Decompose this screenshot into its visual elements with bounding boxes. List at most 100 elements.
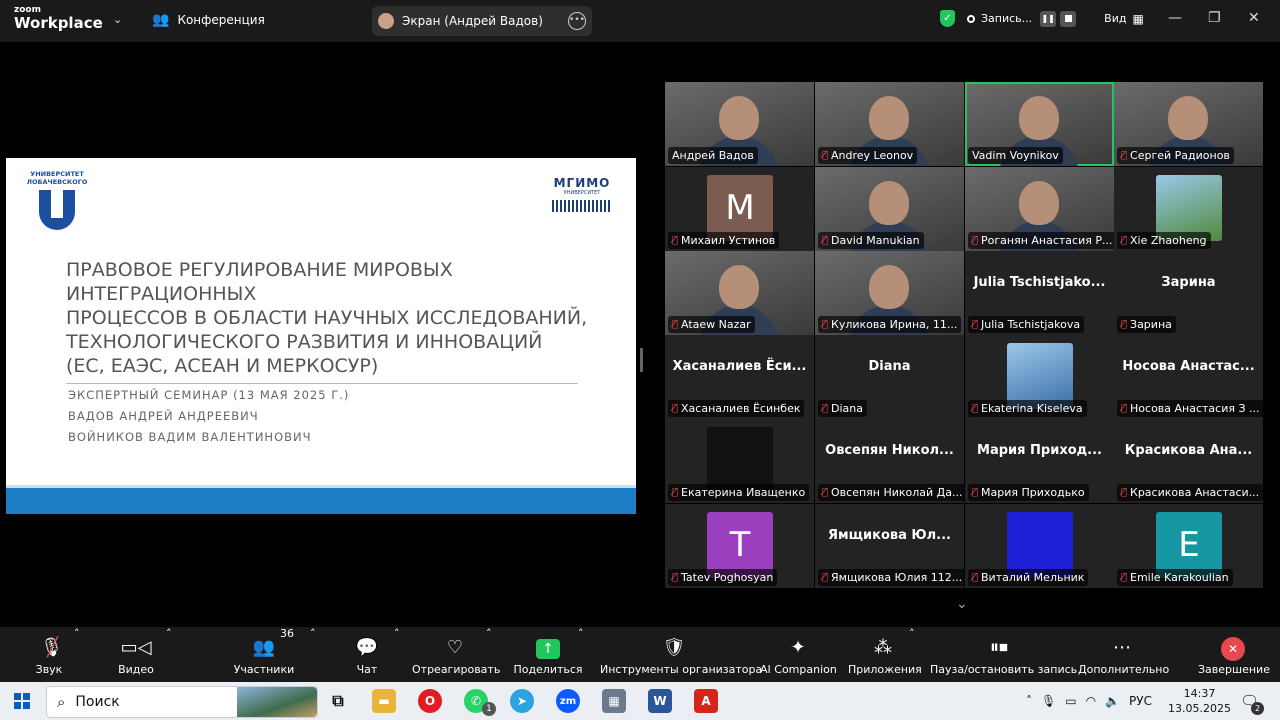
- microphone-tray-icon[interactable]: 🎙: [1041, 694, 1056, 708]
- participant-tile[interactable]: Хасаналиев Ёси... 🎙̸ Хасаналиев Ёсинбек: [665, 335, 814, 419]
- participant-tile[interactable]: 🎙̸ Andrey Leonov: [815, 82, 964, 166]
- opera-icon[interactable]: O: [418, 689, 442, 713]
- participant-tile[interactable]: Diana 🎙̸ Diana: [815, 335, 964, 419]
- telegram-icon[interactable]: ➤: [510, 689, 534, 713]
- share-options-chevron-icon[interactable]: ˄: [578, 627, 584, 682]
- participant-tile[interactable]: Мария Приход... 🎙̸ Мария Приходько: [965, 419, 1114, 503]
- pause-stop-recording-button[interactable]: ⏸⏹ Пауза/остановить запись: [930, 627, 1077, 682]
- network-tray-icon[interactable]: ▭: [1065, 694, 1076, 708]
- participant-name-label: 🎙̸ Хасаналиев Ёсинбек: [668, 400, 805, 417]
- participant-name: Роганян Анастасия Р...: [981, 234, 1113, 247]
- slide-subtitle: ЭКСПЕРТНЫЙ СЕМИНАР (13 МАЯ 2025 Г.): [68, 388, 350, 402]
- apps-button[interactable]: ⁂ Приложения: [848, 627, 922, 682]
- ai-companion-button[interactable]: ✦ AI Companion: [760, 627, 837, 682]
- pause-recording-icon[interactable]: ❚❚: [1040, 10, 1057, 27]
- participant-tile[interactable]: Красикова Ана... 🎙̸ Красикова Анастаси...: [1114, 419, 1263, 503]
- volume-tray-icon[interactable]: 🔈: [1105, 694, 1120, 708]
- stop-recording-icon[interactable]: [1060, 10, 1077, 27]
- participant-name-label: 🎙̸ Мария Приходько: [968, 484, 1089, 501]
- participant-name-label: 🎙̸ Михаил Устинов: [668, 232, 780, 249]
- participant-tile[interactable]: Андрей Вадов: [665, 82, 814, 166]
- zoom-logo[interactable]: zoom Workplace: [14, 6, 103, 31]
- minimize-icon[interactable]: —: [1168, 10, 1182, 26]
- mic-muted-icon: 🎙̸: [672, 235, 679, 246]
- apps-icon: ⁂: [874, 637, 892, 658]
- participant-tile[interactable]: M 🎙̸ Михаил Устинов: [665, 167, 814, 251]
- participant-tile[interactable]: 🎙̸ Ekaterina Kiseleva: [965, 335, 1114, 419]
- mute-button[interactable]: 🎙╱ Звук: [24, 627, 74, 682]
- windows-start-icon[interactable]: [14, 693, 30, 709]
- mic-muted-icon: 🎙╱: [40, 637, 63, 658]
- host-tools-button[interactable]: 🛡 Инструменты организатора: [600, 627, 762, 682]
- chat-options-chevron-icon[interactable]: ˄: [394, 627, 400, 682]
- calculator-icon[interactable]: ▦: [602, 689, 626, 713]
- participant-tile[interactable]: Julia Tschistjako... 🎙̸ Julia Tschistjakov…: [965, 251, 1114, 335]
- mic-muted-icon: 🎙̸: [822, 150, 829, 161]
- taskbar-clock[interactable]: 14:37 13.05.2025: [1168, 686, 1231, 716]
- participant-tile[interactable]: Vadim Voynikov: [965, 82, 1114, 166]
- participant-tile[interactable]: 🎙̸ David Manukian: [815, 167, 964, 251]
- participant-name: Xie Zhaoheng: [1130, 234, 1207, 247]
- participant-name-label: 🎙̸ David Manukian: [818, 232, 924, 249]
- participant-tile[interactable]: 🎙̸ Роганян Анастасия Р...: [965, 167, 1114, 251]
- slide-title-line: (ЕС, ЕАЭС, АСЕАН И МЕРКОСУР): [66, 355, 379, 377]
- chat-button[interactable]: 💬 Чат: [346, 627, 388, 682]
- encryption-shield-icon[interactable]: ✓: [940, 10, 955, 27]
- mic-muted-icon: 🎙̸: [1121, 403, 1128, 414]
- meeting-info-button[interactable]: 👥 Конференция: [152, 12, 265, 28]
- slide-author: ВАДОВ АНДРЕЙ АНДРЕЕВИЧ: [68, 409, 259, 423]
- slide-title: ПРАВОВОЕ РЕГУЛИРОВАНИЕ МИРОВЫХ ИНТЕГРАЦИ…: [66, 258, 606, 378]
- video-button[interactable]: ▭◁ Видео: [110, 627, 162, 682]
- file-explorer-icon[interactable]: ▬: [372, 689, 396, 713]
- participant-name-label: 🎙̸ Ekaterina Kiseleva: [968, 400, 1087, 417]
- participant-tile[interactable]: 🎙̸ Куликова Ирина, 11...: [815, 251, 964, 335]
- share-screen-icon: ↑: [512, 635, 584, 661]
- participant-tile[interactable]: Зарина 🎙̸ Зарина: [1114, 251, 1263, 335]
- participant-name-label: 🎙̸ Виталий Мельник: [968, 569, 1089, 586]
- participant-name-label: 🎙̸ Зарина: [1117, 316, 1176, 333]
- mic-muted-icon: 🎙̸: [972, 403, 979, 414]
- mute-options-chevron-icon[interactable]: ˄: [74, 627, 80, 682]
- share-label-btn: Поделиться: [513, 663, 583, 676]
- mic-muted-icon: 🎙̸: [822, 487, 829, 498]
- participant-tile[interactable]: Носова Анастас... 🎙̸ Носова Анастасия З ..…: [1114, 335, 1263, 419]
- video-label: Видео: [118, 663, 154, 676]
- split-drag-handle[interactable]: [640, 348, 643, 372]
- participant-tile[interactable]: T 🎙̸ Tatev Poghosyan: [665, 504, 814, 588]
- react-options-chevron-icon[interactable]: ˄: [486, 627, 492, 682]
- taskbar-search[interactable]: ⌕ Поиск: [46, 686, 318, 718]
- participant-tile[interactable]: 🎙̸ Виталий Мельник: [965, 504, 1114, 588]
- chevron-down-icon[interactable]: ⌄: [113, 13, 122, 26]
- word-icon[interactable]: W: [648, 689, 672, 713]
- unn-logo-mark: [39, 190, 75, 230]
- more-button[interactable]: ⋯ Дополнительно: [1078, 627, 1169, 682]
- participant-tile[interactable]: 🎙̸ Xie Zhaoheng: [1114, 167, 1263, 251]
- participant-tile[interactable]: 🎙̸ Ataew Nazar: [665, 251, 814, 335]
- participant-tile[interactable]: Ямщикова Юл... 🎙̸ Ямщикова Юлия 112...: [815, 504, 964, 588]
- scroll-down-chevron-icon[interactable]: ⌄: [956, 596, 968, 612]
- mic-muted-icon: 🎙̸: [672, 572, 679, 583]
- language-indicator[interactable]: РУС: [1129, 694, 1152, 708]
- share-indicator[interactable]: Экран (Андрей Вадов) •••: [372, 6, 592, 36]
- chat-icon: 💬: [355, 637, 379, 658]
- participants-options-chevron-icon[interactable]: ˄: [310, 627, 316, 682]
- apps-options-chevron-icon[interactable]: ˄: [909, 627, 915, 682]
- zoom-app-icon[interactable]: zm: [556, 689, 580, 713]
- participant-tile[interactable]: Овсепян Никол... 🎙̸ Овсепян Николай Да...: [815, 419, 964, 503]
- more-options-icon[interactable]: •••: [568, 12, 586, 30]
- view-button[interactable]: Вид: [1104, 12, 1126, 25]
- wifi-tray-icon[interactable]: ◠: [1086, 694, 1096, 708]
- close-icon[interactable]: ✕: [1248, 10, 1260, 26]
- video-options-chevron-icon[interactable]: ˄: [166, 627, 172, 682]
- participant-tile[interactable]: 🎙̸ Екатерина Иващенко: [665, 419, 814, 503]
- maximize-icon[interactable]: ❐: [1208, 10, 1221, 26]
- tray-chevron-up-icon[interactable]: ˄: [1026, 694, 1032, 708]
- end-meeting-button[interactable]: ✕ Завершение: [1198, 627, 1270, 682]
- participant-tile[interactable]: 🎙̸ Сергей Радионов: [1114, 82, 1263, 166]
- participant-tile[interactable]: E 🎙̸ Emile Karakoulian: [1114, 504, 1263, 588]
- share-screen-button[interactable]: ↑ Поделиться: [512, 627, 584, 682]
- view-grid-icon[interactable]: ▦: [1132, 12, 1143, 26]
- participant-name-label: 🎙̸ Ataew Nazar: [668, 316, 755, 333]
- pdf-reader-icon[interactable]: A: [694, 689, 718, 713]
- task-view-icon[interactable]: ⧉: [326, 689, 350, 713]
